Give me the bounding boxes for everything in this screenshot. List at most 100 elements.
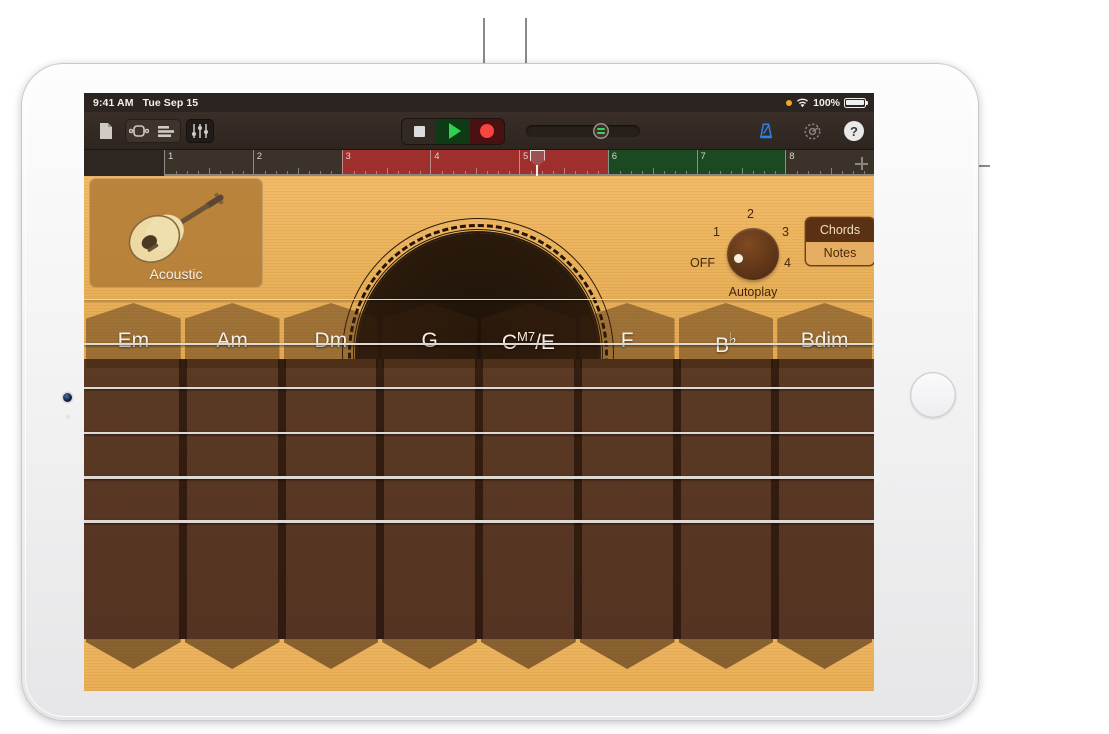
- ruler-bar[interactable]: 2: [253, 150, 342, 176]
- status-time: 9:41 AM: [93, 97, 134, 109]
- acoustic-guitar-icon: [117, 186, 237, 266]
- notes-mode-button[interactable]: Notes: [806, 242, 874, 266]
- home-button[interactable]: [910, 372, 956, 418]
- toolbar: ?: [84, 112, 874, 150]
- autoplay-caption: Autoplay: [710, 285, 796, 299]
- ruler-bar[interactable]: 3: [342, 150, 431, 176]
- chord-name: Em: [84, 329, 183, 353]
- help-label: ?: [850, 124, 858, 139]
- chord-fretboard[interactable]: [677, 359, 776, 639]
- autoplay-label-off: OFF: [690, 256, 715, 270]
- view-toggle-group: [125, 119, 181, 143]
- ruler-bar[interactable]: 1: [164, 150, 253, 176]
- chord-column-divider: [278, 359, 286, 639]
- ruler-bar[interactable]: 7: [697, 150, 786, 176]
- chord-column-divider: [673, 359, 681, 639]
- chord-fretboard[interactable]: [479, 359, 578, 639]
- instrument-selector[interactable]: Acoustic: [89, 178, 263, 288]
- screenshot-root: 9:41 AM Tue Sep 15 100%: [0, 0, 1109, 734]
- chord-name: Dm: [282, 329, 381, 353]
- chord-name: B♭: [677, 329, 776, 358]
- ipad-device: 9:41 AM Tue Sep 15 100%: [22, 64, 978, 720]
- wifi-icon: [796, 98, 809, 108]
- chord-strip-foot: [382, 639, 477, 669]
- chord-name: Am: [183, 329, 282, 353]
- chord-strip-foot: [185, 639, 280, 669]
- help-button[interactable]: ?: [844, 121, 864, 141]
- chord-name: F: [578, 329, 677, 353]
- autoplay-label-2: 2: [747, 207, 754, 221]
- chord-strip[interactable]: Dm: [282, 303, 381, 691]
- chord-strip-foot: [284, 639, 379, 669]
- battery-percent: 100%: [813, 97, 840, 109]
- ruler-bar-number: 5: [523, 151, 528, 162]
- ruler[interactable]: 1 234 5 6 7 8: [84, 150, 874, 176]
- autoplay-label-1: 1: [713, 225, 720, 239]
- status-date: Tue Sep 15: [143, 97, 199, 109]
- chord-strip-foot: [481, 639, 576, 669]
- front-camera-icon: [63, 393, 72, 402]
- chord-strip-foot: [580, 639, 675, 669]
- chord-fretboard[interactable]: [183, 359, 282, 639]
- recording-indicator-icon: [786, 100, 792, 106]
- play-button[interactable]: [436, 119, 470, 144]
- record-button[interactable]: [470, 119, 504, 144]
- chord-strip-foot: [679, 639, 774, 669]
- chord-fretboard[interactable]: [282, 359, 381, 639]
- chord-fretboard[interactable]: [380, 359, 479, 639]
- instrument-selector-label: Acoustic: [89, 266, 263, 282]
- chord-fretboard[interactable]: [578, 359, 677, 639]
- chord-strip[interactable]: B♭: [677, 303, 776, 691]
- chord-strip[interactable]: F: [578, 303, 677, 691]
- ruler-bar[interactable]: 4: [430, 150, 519, 176]
- ipad-screen: 9:41 AM Tue Sep 15 100%: [84, 93, 874, 691]
- chord-strip-foot: [86, 639, 181, 669]
- status-bar: 9:41 AM Tue Sep 15 100%: [84, 93, 874, 112]
- chords-mode-button[interactable]: Chords: [806, 218, 874, 242]
- autoplay-control[interactable]: OFF 1 2 3 4 Autoplay: [694, 206, 804, 301]
- ruler-head: [84, 150, 164, 176]
- chord-strip[interactable]: G: [380, 303, 479, 691]
- chord-column-divider: [376, 359, 384, 639]
- chord-fretboard[interactable]: [84, 359, 183, 639]
- chord-column-divider: [475, 359, 483, 639]
- chord-name: Bdim: [775, 329, 874, 353]
- chord-name: CM7/E: [479, 329, 578, 355]
- master-volume-slider[interactable]: [526, 125, 640, 137]
- metronome-button[interactable]: [752, 119, 780, 143]
- add-track-button[interactable]: [855, 157, 868, 170]
- smart-guitar: Acoustic OFF 1 2 3 4 Autoplay Chords Not…: [84, 176, 874, 691]
- guitar-body-bottom: [84, 639, 874, 691]
- autoplay-label-3: 3: [782, 225, 789, 239]
- chords-notes-toggle: Chords Notes: [806, 218, 874, 265]
- chord-name: G: [380, 329, 479, 353]
- chord-strip[interactable]: Am: [183, 303, 282, 691]
- mixer-icon[interactable]: [186, 119, 214, 143]
- ruler-bar-number: 6: [612, 151, 617, 162]
- ruler-bar-number: 8: [789, 151, 794, 162]
- settings-button[interactable]: [798, 119, 826, 143]
- chord-strip[interactable]: Em: [84, 303, 183, 691]
- chord-fretboard[interactable]: [775, 359, 874, 639]
- ambient-sensor-icon: [66, 415, 70, 419]
- chord-strip[interactable]: Bdim: [775, 303, 874, 691]
- transport-controls: [402, 119, 504, 144]
- loop-browser-icon[interactable]: [125, 119, 153, 143]
- ruler-bar-number: 4: [434, 151, 439, 162]
- ruler-track[interactable]: 1 234 5 6 7 8: [164, 150, 874, 176]
- chord-strip[interactable]: CM7/E: [479, 303, 578, 691]
- chord-strip-foot: [777, 639, 872, 669]
- ruler-bar-number: 1: [168, 151, 173, 162]
- chord-strips: EmAmDmGCM7/EFB♭Bdim: [84, 303, 874, 691]
- stop-button[interactable]: [402, 119, 436, 144]
- autoplay-label-4: 4: [784, 256, 791, 270]
- playhead[interactable]: [530, 150, 545, 176]
- track-view-icon[interactable]: [153, 119, 181, 143]
- chord-column-divider: [574, 359, 582, 639]
- ruler-bar-number: 7: [701, 151, 706, 162]
- master-volume-knob[interactable]: [593, 123, 609, 139]
- ruler-bar[interactable]: 6: [608, 150, 697, 176]
- autoplay-knob[interactable]: [727, 228, 779, 280]
- my-songs-icon[interactable]: [92, 119, 120, 143]
- battery-full-icon: [844, 98, 866, 108]
